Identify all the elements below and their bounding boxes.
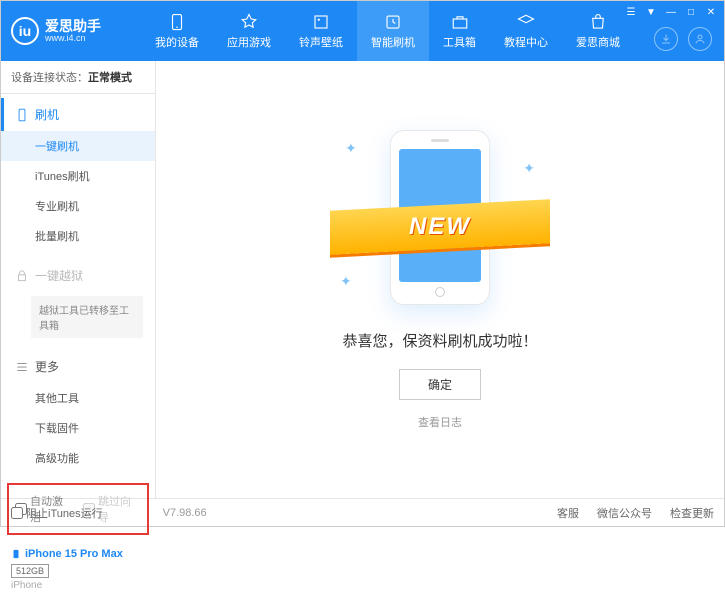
main-content: ✦ ✦ ✦ NEW 恭喜您，保资料刷机成功啦！ 确定 查看日志 — [156, 61, 724, 498]
nav-my-device[interactable]: 我的设备 — [141, 1, 213, 61]
sidebar-section-jailbreak[interactable]: 一键越狱 — [1, 259, 155, 292]
sidebar-item-pro[interactable]: 专业刷机 — [1, 191, 155, 221]
device-name: iPhone 15 Pro Max — [11, 547, 145, 561]
success-illustration: ✦ ✦ ✦ NEW — [340, 130, 540, 310]
sidebar-item-batch[interactable]: 批量刷机 — [1, 221, 155, 251]
store-icon — [589, 13, 607, 31]
new-ribbon: NEW — [330, 199, 550, 255]
download-icon — [660, 33, 672, 45]
phone-icon — [11, 547, 21, 561]
nav-apps[interactable]: 应用游戏 — [213, 1, 285, 61]
minimize-icon[interactable]: — — [664, 5, 678, 19]
nav-flash[interactable]: 智能刷机 — [357, 1, 429, 61]
user-button[interactable] — [688, 27, 712, 51]
maximize-icon[interactable]: □ — [684, 5, 698, 19]
nav-tutorials[interactable]: 教程中心 — [490, 1, 562, 61]
logo-subtitle: www.i4.cn — [45, 33, 101, 44]
logo: iu 爱思助手 www.i4.cn — [11, 17, 141, 45]
sidebar-item-advanced[interactable]: 高级功能 — [1, 443, 155, 473]
window-controls: ☰ ▼ — □ ✕ — [624, 5, 718, 19]
view-log-link[interactable]: 查看日志 — [418, 414, 462, 430]
jailbreak-note: 越狱工具已转移至工具箱 — [31, 296, 143, 338]
footer-wechat[interactable]: 微信公众号 — [597, 505, 652, 521]
sidebar-item-oneclick[interactable]: 一键刷机 — [1, 131, 155, 161]
sidebar-section-more[interactable]: 更多 — [1, 350, 155, 383]
sidebar-item-other-tools[interactable]: 其他工具 — [1, 383, 155, 413]
device-model: iPhone — [11, 580, 145, 591]
sidebar-item-download-fw[interactable]: 下载固件 — [1, 413, 155, 443]
confirm-button[interactable]: 确定 — [399, 369, 481, 400]
wallpaper-icon — [312, 13, 330, 31]
app-header: iu 爱思助手 www.i4.cn 我的设备 应用游戏 铃声壁纸 智能刷机 工具… — [1, 1, 724, 61]
footer-update[interactable]: 检查更新 — [670, 505, 714, 521]
phone-icon — [15, 108, 29, 122]
sidebar: 设备连接状态：正常模式 刷机 一键刷机 iTunes刷机 专业刷机 批量刷机 一… — [1, 61, 156, 498]
tshirt-icon[interactable]: ▼ — [644, 5, 658, 19]
checkbox-block-itunes[interactable]: 阻止iTunes运行 — [11, 505, 103, 521]
download-button[interactable] — [654, 27, 678, 51]
sidebar-section-flash[interactable]: 刷机 — [1, 98, 155, 131]
nav-ringtones[interactable]: 铃声壁纸 — [285, 1, 357, 61]
version-label: V7.98.66 — [163, 507, 207, 519]
footer-support[interactable]: 客服 — [557, 505, 579, 521]
device-info[interactable]: iPhone 15 Pro Max 512GB iPhone — [1, 541, 155, 597]
logo-icon: iu — [11, 17, 39, 45]
list-icon — [15, 360, 29, 374]
phone-icon — [168, 13, 186, 31]
toolbox-icon — [451, 13, 469, 31]
logo-title: 爱思助手 — [45, 19, 101, 33]
menu-icon[interactable]: ☰ — [624, 5, 638, 19]
storage-badge: 512GB — [11, 564, 49, 578]
user-icon — [694, 33, 706, 45]
flash-icon — [384, 13, 402, 31]
connection-status: 设备连接状态：正常模式 — [1, 61, 155, 94]
lock-icon — [15, 269, 29, 283]
tutorial-icon — [517, 13, 535, 31]
nav-toolbox[interactable]: 工具箱 — [429, 1, 490, 61]
close-icon[interactable]: ✕ — [704, 5, 718, 19]
success-message: 恭喜您，保资料刷机成功啦！ — [342, 330, 537, 351]
sidebar-item-itunes[interactable]: iTunes刷机 — [1, 161, 155, 191]
apps-icon — [240, 13, 258, 31]
